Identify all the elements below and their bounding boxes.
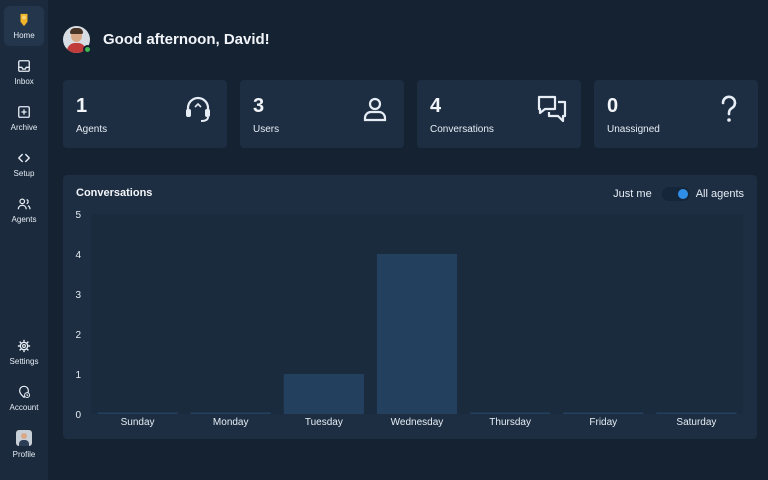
sidebar-item-label: Account (9, 402, 39, 412)
sidebar-item-home[interactable]: Home (4, 6, 44, 46)
question-mark-icon (714, 94, 744, 124)
page-header: Good afternoon, David! (63, 26, 270, 54)
online-status-dot (83, 45, 92, 54)
archive-icon (18, 105, 30, 118)
agents-icon (17, 197, 31, 209)
bar-tuesday[interactable] (283, 374, 364, 414)
sidebar-item-label: Home (13, 30, 35, 40)
bar-saturday[interactable] (656, 412, 737, 415)
sidebar-item-account[interactable]: Account (4, 378, 44, 418)
code-icon (18, 153, 30, 162)
sidebar-item-inbox[interactable]: Inbox (4, 52, 44, 92)
sidebar-item-label: Profile (12, 449, 36, 459)
sidebar-item-agents[interactable]: Agents (4, 190, 44, 230)
sidebar-item-label: Setup (13, 168, 35, 178)
x-tick-label: Tuesday (305, 417, 343, 428)
sidebar-item-settings[interactable]: Settings (4, 332, 44, 372)
stat-card-agents[interactable]: 1 Agents (63, 80, 227, 148)
x-tick-label: Friday (589, 417, 617, 428)
stat-value: 1 (76, 95, 88, 117)
stat-label: Conversations (430, 124, 494, 135)
bar-thursday[interactable] (470, 412, 551, 415)
headset-icon (183, 94, 213, 124)
sidebar-item-setup[interactable]: Setup (4, 144, 44, 184)
stat-card-users[interactable]: 3 Users (240, 80, 404, 148)
x-tick-label: Monday (213, 417, 249, 428)
sidebar-item-profile[interactable]: Profile (4, 424, 44, 464)
user-avatar[interactable] (63, 26, 92, 54)
inbox-icon (18, 59, 30, 72)
sidebar: Home Inbox Archive Setup Agents Settings… (0, 0, 48, 480)
y-tick-label: 5 (75, 210, 81, 221)
x-tick-label: Sunday (121, 417, 155, 428)
bar-sunday[interactable] (97, 412, 178, 415)
stat-label: Users (253, 124, 280, 135)
account-icon (19, 385, 31, 398)
stat-value: 3 (253, 95, 265, 117)
stat-value: 4 (430, 95, 442, 117)
sidebar-item-label: Agents (11, 214, 37, 224)
y-tick-label: 1 (75, 370, 81, 381)
x-tick-label: Saturday (676, 417, 716, 428)
profile-avatar (16, 429, 32, 446)
bar-monday[interactable] (190, 412, 271, 415)
stat-value: 0 (607, 95, 619, 117)
y-tick-label: 4 (75, 250, 81, 261)
stat-label: Agents (76, 124, 108, 135)
gear-icon (17, 339, 31, 352)
y-tick-label: 3 (75, 290, 81, 301)
stat-label: Unassigned (607, 124, 660, 135)
chat-bubbles-icon (537, 94, 567, 124)
stat-card-unassigned[interactable]: 0 Unassigned (594, 80, 758, 148)
stat-card-conversations[interactable]: 4 Conversations (417, 80, 581, 148)
x-tick-label: Thursday (489, 417, 531, 428)
greeting-title: Good afternoon, David! (103, 31, 270, 48)
sidebar-item-label: Inbox (14, 76, 34, 86)
bar-wednesday[interactable] (376, 254, 458, 414)
y-tick-label: 0 (75, 410, 81, 421)
sidebar-item-label: Settings (9, 356, 39, 366)
y-tick-label: 2 (75, 330, 81, 341)
home-icon (20, 13, 28, 26)
user-icon (360, 94, 390, 124)
bar-friday[interactable] (563, 412, 644, 415)
sidebar-item-label: Archive (10, 122, 38, 132)
sidebar-bottom: Settings Account Profile (4, 332, 44, 470)
x-tick-label: Wednesday (391, 417, 444, 428)
sidebar-item-archive[interactable]: Archive (4, 98, 44, 138)
conversations-bar-chart: 0 1 2 3 4 5 Sunday Monday Tuesday Wednesday Thursd… (75, 210, 743, 428)
conversations-chart-card: Conversations Just me All agents 012345S… (63, 175, 757, 439)
